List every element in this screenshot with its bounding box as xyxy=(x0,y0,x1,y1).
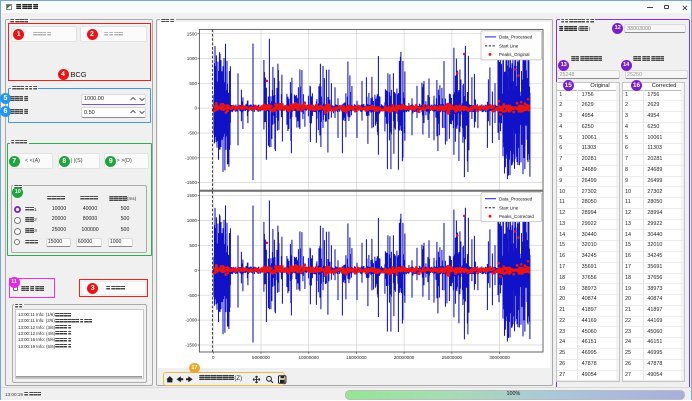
svg-text:Peaks_Original: Peaks_Original xyxy=(499,52,530,57)
svg-text:25000000: 25000000 xyxy=(442,355,463,360)
svg-text:Start Line: Start Line xyxy=(499,44,519,49)
svg-text:Peaks_Corrected: Peaks_Corrected xyxy=(499,214,534,219)
svg-text:1000: 1000 xyxy=(187,56,198,61)
svg-text:Data_Processed: Data_Processed xyxy=(499,35,533,40)
svg-text:-1500: -1500 xyxy=(185,343,197,348)
svg-text:1500: 1500 xyxy=(187,31,198,36)
svg-text:15000000: 15000000 xyxy=(346,355,367,360)
svg-text:-1000: -1000 xyxy=(185,155,197,160)
svg-text:5000000: 5000000 xyxy=(252,355,270,360)
svg-text:-500: -500 xyxy=(188,293,198,298)
svg-text:Start Line: Start Line xyxy=(499,206,519,211)
svg-text:1500: 1500 xyxy=(187,193,198,198)
svg-text:500: 500 xyxy=(189,243,197,248)
svg-text:0: 0 xyxy=(194,106,197,111)
svg-text:Data_Processed: Data_Processed xyxy=(499,197,533,202)
svg-text:10000000: 10000000 xyxy=(298,355,319,360)
svg-text:0: 0 xyxy=(194,268,197,273)
svg-text:500: 500 xyxy=(189,81,197,86)
svg-text:-500: -500 xyxy=(188,131,198,136)
svg-text:0: 0 xyxy=(212,355,215,360)
svg-text:30000000: 30000000 xyxy=(489,355,510,360)
svg-text:-1500: -1500 xyxy=(185,180,197,185)
svg-text:-1000: -1000 xyxy=(185,318,197,323)
svg-text:1000: 1000 xyxy=(187,218,198,223)
svg-text:20000000: 20000000 xyxy=(394,355,415,360)
